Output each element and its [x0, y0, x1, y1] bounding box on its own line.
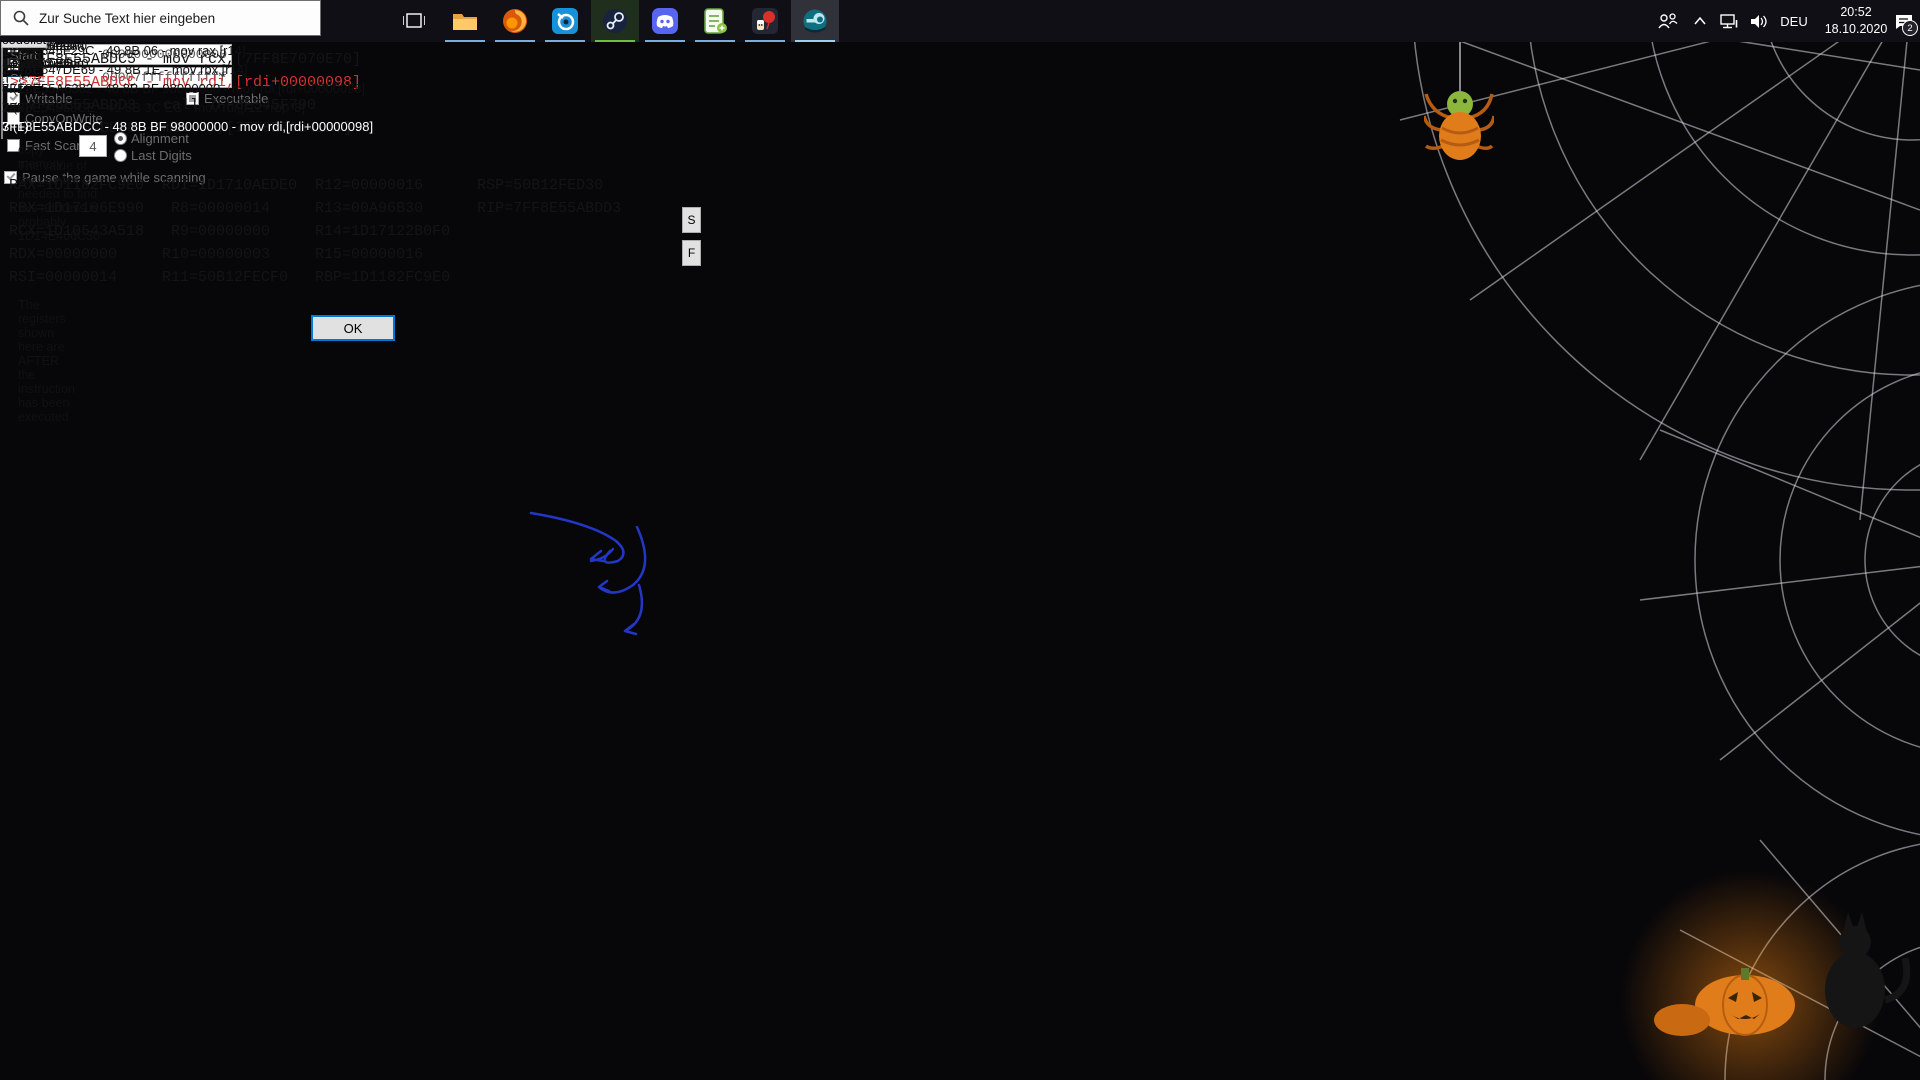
- notification-center-button[interactable]: 2: [1888, 0, 1920, 42]
- tray-language[interactable]: DEU: [1774, 0, 1814, 42]
- halloween-wallpaper: [0, 0, 1920, 1080]
- opcode-instruction: 7FF8E547DE69 - 49 8B 1E - mov rbx,[r14]: [2, 62, 248, 77]
- registers-row[interactable]: RDX=00000000 R10=00000003 R15=00000016: [9, 246, 423, 263]
- blue-utility-icon: [552, 8, 578, 34]
- tray-network-icon[interactable]: [1714, 0, 1744, 42]
- steam-icon: [602, 8, 628, 34]
- float-button[interactable]: F: [682, 240, 701, 266]
- pen-annotation: [521, 501, 681, 651]
- search-box[interactable]: Zur Suche Text hier eingeben: [0, 0, 321, 36]
- tray-people-icon[interactable]: [1650, 0, 1686, 42]
- taskbar-item-cheat-engine[interactable]: [791, 0, 839, 42]
- tray-time: 20:52: [1818, 4, 1894, 21]
- taskbar-item-notepad-plus-plus[interactable]: [691, 0, 739, 42]
- taskbar-item-file-explorer[interactable]: [441, 0, 489, 42]
- taskbar-item-discord[interactable]: [641, 0, 689, 42]
- ok-button[interactable]: OK: [311, 315, 395, 341]
- discord-icon: [652, 8, 678, 34]
- taskbar-item-blue-utility[interactable]: [541, 0, 589, 42]
- registers-footer-note: The registers shown here are AFTER the i…: [18, 298, 75, 424]
- tray-chevron-up-icon[interactable]: [1686, 0, 1714, 42]
- opcode-instruction: 7FF8E55ABDCC - 48 8B BF 98000000 - mov r…: [2, 119, 373, 134]
- task-view-button[interactable]: [390, 0, 438, 42]
- tray-date: 18.10.2020: [1818, 21, 1894, 38]
- taskbar-item-firefox[interactable]: [491, 0, 539, 42]
- tray-clock[interactable]: 20:52 18.10.2020: [1818, 4, 1894, 38]
- registers-row[interactable]: RCX=1D10543A518 R9=00000000 R14=1D17122B…: [9, 223, 450, 240]
- adventure-game-icon: [752, 8, 778, 34]
- opcode-instruction: 7FF8E55A6382 - 48 8B BF 98000000 - mov r…: [2, 81, 365, 96]
- taskbar: Zur Suche Text hier eingeben: [0, 0, 1920, 42]
- notepad-plus-plus-icon: [703, 8, 727, 34]
- stack-button[interactable]: S: [682, 207, 701, 233]
- search-placeholder: Zur Suche Text hier eingeben: [39, 11, 215, 26]
- last-digits-label: Last Digits: [131, 148, 192, 163]
- registers-row[interactable]: RBX=1D17106E990 R8=00000014 R13=00A96B30…: [9, 200, 621, 217]
- search-icon: [13, 10, 29, 26]
- file-explorer-icon: [452, 10, 478, 32]
- firefox-icon: [502, 8, 528, 34]
- tray-volume-icon[interactable]: [1744, 0, 1774, 42]
- registers-row[interactable]: RSI=00000014 R11=50B12FECF0 RBP=1D1182FC…: [9, 269, 450, 286]
- cheat-engine-icon: [802, 8, 828, 34]
- opcode-instruction: 7FF8E54568CE - 49 8B 3C EC - mov rdi,[r1…: [2, 100, 305, 115]
- fast-scan-value-input[interactable]: 4: [79, 135, 107, 157]
- last-digits-radio[interactable]: [114, 149, 127, 162]
- taskbar-item-steam[interactable]: [591, 0, 639, 42]
- taskbar-item-adventure-game[interactable]: [741, 0, 789, 42]
- registers-row[interactable]: RAX=1D1182FC9E0 RDI=1D1710AEDE0 R12=0000…: [9, 177, 603, 194]
- task-view-icon: [403, 12, 425, 30]
- notification-badge: 2: [1902, 20, 1918, 36]
